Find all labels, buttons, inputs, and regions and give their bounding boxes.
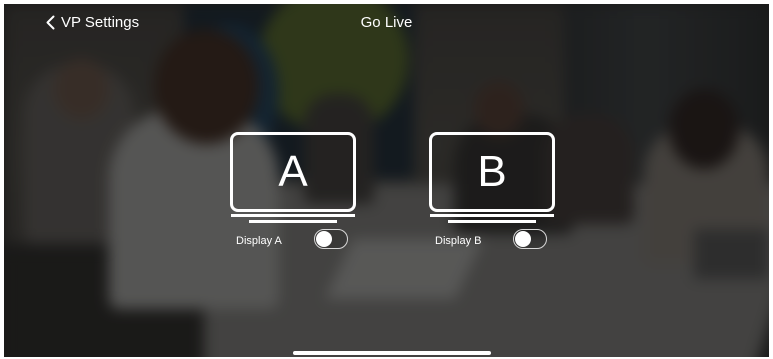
toggle-knob — [515, 231, 531, 247]
home-indicator[interactable] — [293, 351, 491, 355]
monitor-stand — [231, 214, 355, 217]
display-b-label: Display B — [435, 235, 482, 247]
display-a-card: A Display A — [228, 132, 358, 252]
monitor-icon: A — [230, 132, 356, 212]
monitor-base — [249, 220, 337, 223]
display-a-label: Display A — [236, 235, 282, 247]
display-b-toggle[interactable] — [513, 229, 547, 249]
monitor-base — [448, 220, 536, 223]
display-a-toggle[interactable] — [314, 229, 348, 249]
monitor-icon: B — [429, 132, 555, 212]
display-b-letter: B — [477, 147, 507, 196]
monitor-stand — [430, 214, 554, 217]
page-title: Go Live — [360, 14, 413, 31]
background-dim-overlay — [4, 4, 769, 357]
display-a-letter: A — [278, 147, 308, 196]
display-b-card: B Display B — [427, 132, 557, 252]
go-live-screen: VP Settings Go Live A Display A B Displa… — [4, 4, 769, 357]
toggle-knob — [316, 231, 332, 247]
